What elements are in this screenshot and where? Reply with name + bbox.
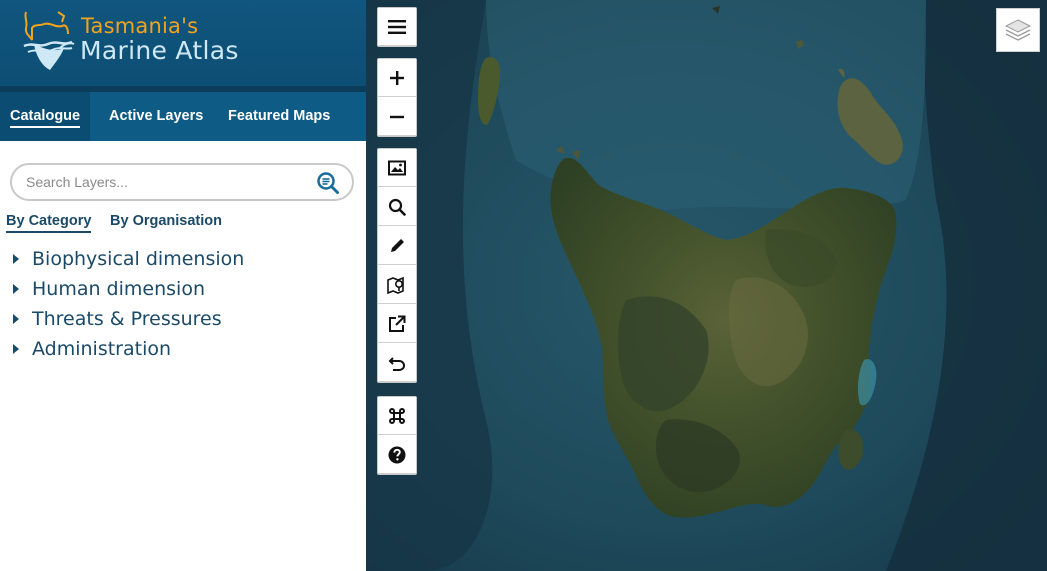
tab-catalogue[interactable]: Catalogue (0, 92, 91, 141)
layers-icon (1004, 19, 1032, 41)
hamburger-icon (388, 19, 406, 34)
zoom-in-button[interactable] (378, 59, 416, 97)
open-external-button[interactable] (378, 305, 416, 343)
image-icon (388, 160, 406, 175)
category-item-administration[interactable]: Administration (0, 334, 366, 364)
magnifier-icon (388, 198, 406, 216)
app-title-line2: Marine Atlas (80, 36, 239, 65)
pencil-icon (391, 238, 404, 252)
category-label: Human dimension (32, 278, 205, 300)
category-label: Biophysical dimension (32, 248, 245, 270)
category-label: Administration (32, 338, 172, 360)
draw-button[interactable] (378, 227, 416, 265)
caret-right-icon (13, 314, 19, 324)
search-map-button[interactable] (378, 188, 416, 226)
command-icon (389, 407, 405, 424)
help-button[interactable] (378, 436, 416, 474)
reset-button[interactable] (378, 344, 416, 382)
caret-right-icon (13, 254, 19, 264)
search-icon[interactable] (316, 171, 340, 195)
caret-right-icon (13, 344, 19, 354)
image-export-button[interactable] (378, 149, 416, 187)
map-tour-button[interactable] (378, 266, 416, 304)
satellite-map[interactable] (366, 0, 1047, 571)
app-title-line1: Tasmania's (81, 14, 199, 38)
minus-icon (390, 115, 404, 118)
category-item-threats[interactable]: Threats & Pressures (0, 304, 366, 334)
tab-active-layers[interactable]: Active Layers (109, 92, 203, 141)
shortcuts-button[interactable] (378, 397, 416, 435)
zoom-out-button[interactable] (378, 98, 416, 136)
app-header: Tasmania's Marine Atlas (0, 0, 366, 86)
tab-featured-maps[interactable]: Featured Maps (228, 92, 330, 141)
undo-icon (388, 356, 406, 371)
tab-catalogue-label: Catalogue (10, 108, 81, 128)
plus-icon (390, 70, 404, 85)
basemap-switcher-button[interactable] (996, 8, 1040, 52)
external-link-icon (389, 315, 406, 332)
main-tabs: Catalogue Active Layers Featured Maps (0, 92, 366, 141)
map-pin-icon (387, 276, 404, 294)
question-icon (388, 446, 406, 463)
category-item-human[interactable]: Human dimension (0, 274, 366, 304)
map-view[interactable] (366, 0, 1047, 571)
category-item-biophysical[interactable]: Biophysical dimension (0, 244, 366, 274)
search-field (10, 163, 354, 201)
category-label: Threats & Pressures (32, 308, 222, 330)
caret-right-icon (13, 284, 19, 294)
category-list: Biophysical dimension Human dimension Th… (0, 244, 366, 364)
tasmania-map-logo[interactable] (20, 8, 76, 72)
sidebar: Tasmania's Marine Atlas Catalogue Active… (0, 0, 366, 571)
menu-button[interactable] (378, 8, 416, 46)
subtab-by-organisation[interactable]: By Organisation (110, 213, 222, 229)
search-input[interactable] (26, 172, 306, 192)
subtab-by-category[interactable]: By Category (6, 213, 92, 233)
